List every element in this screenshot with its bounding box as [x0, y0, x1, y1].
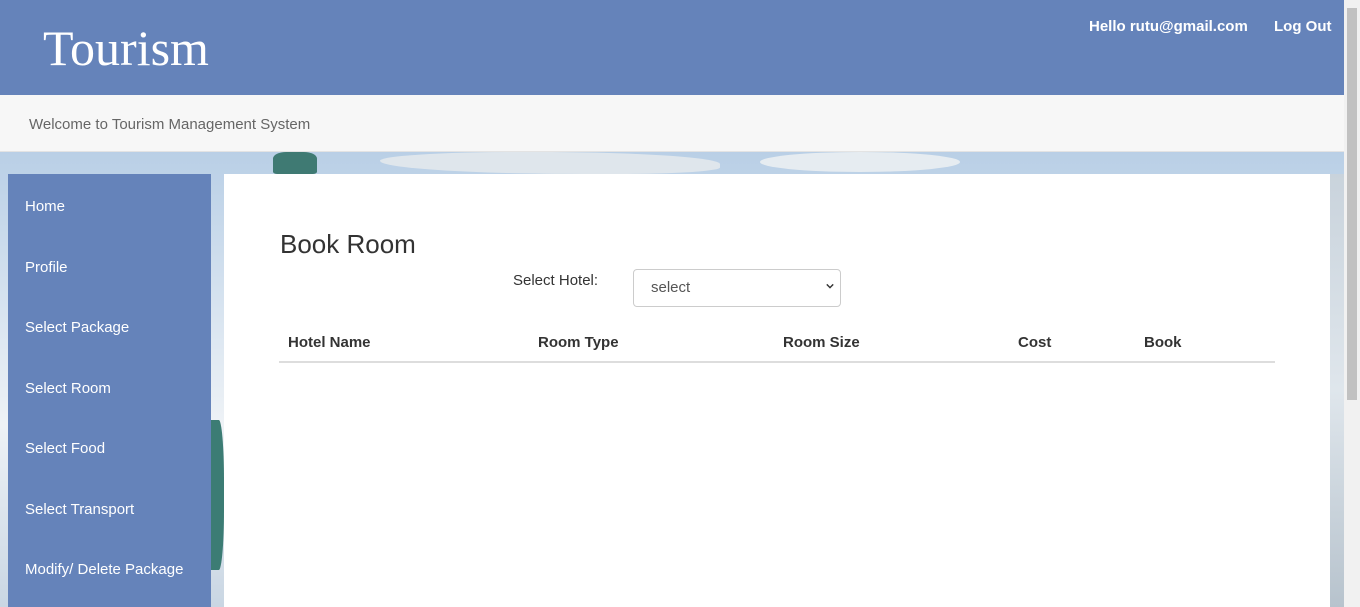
column-cost: Cost — [1018, 334, 1052, 351]
column-room-type: Room Type — [538, 334, 619, 351]
hotel-select[interactable]: select — [633, 269, 841, 307]
welcome-bar: Welcome to Tourism Management System — [0, 95, 1344, 152]
chevron-down-icon — [826, 283, 834, 289]
sidebar-item-select-package[interactable]: Select Package — [25, 319, 129, 336]
select-hotel-label: Select Hotel: — [513, 272, 599, 289]
sidebar-item-select-food[interactable]: Select Food — [25, 440, 105, 457]
background-edge — [1330, 174, 1344, 607]
welcome-text: Welcome to Tourism Management System — [29, 116, 311, 133]
sidebar: Home Profile Select Package Select Room … — [8, 174, 211, 607]
hotel-select-value: select — [651, 279, 691, 296]
column-book: Book — [1144, 334, 1182, 351]
sidebar-item-select-transport[interactable]: Select Transport — [25, 501, 134, 518]
main-content: Book Room Select Hotel: select Hotel Nam… — [224, 174, 1330, 607]
map-land — [380, 152, 720, 174]
scrollbar-thumb[interactable] — [1347, 8, 1357, 400]
sidebar-item-select-room[interactable]: Select Room — [25, 380, 111, 397]
map-land — [760, 152, 960, 172]
sidebar-item-profile[interactable]: Profile — [25, 259, 68, 276]
page-title: Book Room — [280, 229, 416, 259]
rooms-table-header: Hotel Name Room Type Room Size Cost Book — [279, 329, 1275, 363]
statue-image — [273, 152, 317, 174]
statue-image — [211, 420, 224, 570]
brand-logo: Tourism — [43, 20, 209, 76]
sidebar-item-home[interactable]: Home — [25, 198, 65, 215]
sidebar-item-modify-delete-package[interactable]: Modify/ Delete Package — [25, 561, 183, 578]
header: Tourism Hello rutu@gmail.com Log Out — [0, 0, 1344, 95]
user-greeting: Hello rutu@gmail.com — [1089, 18, 1248, 35]
column-room-size: Room Size — [783, 334, 860, 351]
logout-link[interactable]: Log Out — [1274, 18, 1331, 35]
scrollbar[interactable] — [1344, 0, 1360, 607]
column-hotel-name: Hotel Name — [288, 334, 371, 351]
